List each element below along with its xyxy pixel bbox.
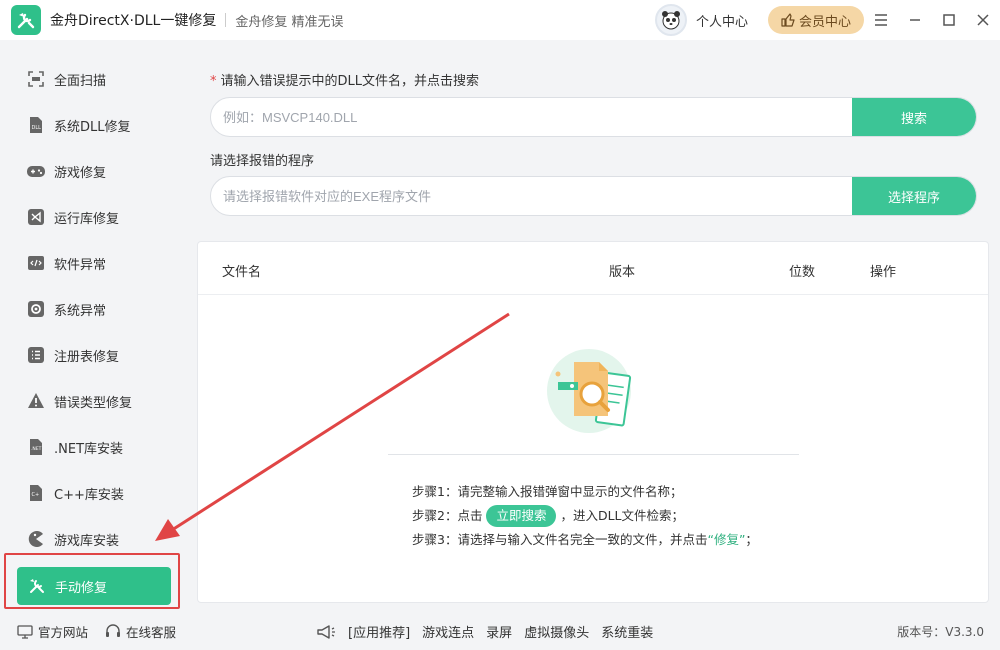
search-now-button[interactable]: 立即搜索 bbox=[486, 505, 557, 527]
sidebar-item-label: 系统异常 bbox=[54, 303, 107, 319]
recommend-link-screen-recorder[interactable]: 录屏 bbox=[486, 622, 512, 641]
monitor-icon bbox=[17, 624, 33, 639]
version-label: 版本号：V3.3.0 bbox=[897, 625, 984, 639]
column-header-filename: 文件名 bbox=[222, 265, 262, 280]
title-separator bbox=[225, 13, 227, 27]
visual-studio-icon bbox=[26, 207, 46, 227]
column-header-action: 操作 bbox=[870, 265, 897, 280]
avatar[interactable] bbox=[654, 4, 687, 36]
dll-filename-input[interactable] bbox=[211, 98, 852, 136]
sidebar-item-system-error[interactable]: 系统异常 bbox=[22, 291, 172, 327]
divider bbox=[388, 454, 799, 455]
dll-input-label-text: 请输入错误提示中的DLL文件名，并点击搜索 bbox=[220, 74, 480, 89]
step-3-prefix: 步骤3：请选择与输入文件名完全一致的文件，并点击 bbox=[412, 532, 708, 547]
column-header-bits: 位数 bbox=[789, 265, 816, 280]
sidebar-item-label: 系统DLL修复 bbox=[54, 119, 131, 135]
select-program-button[interactable]: 选择程序 bbox=[852, 177, 976, 215]
scan-icon bbox=[26, 69, 46, 89]
code-icon bbox=[26, 253, 46, 273]
svg-text:.NET: .NET bbox=[31, 446, 42, 452]
online-support-link[interactable]: 在线客服 bbox=[105, 622, 176, 641]
svg-text:C+: C+ bbox=[32, 492, 40, 498]
pacman-icon bbox=[26, 529, 46, 549]
instructions: 步骤1：请完整输入报错弹窗中显示的文件名称； 步骤2：点击 立即搜索 ，进入DL… bbox=[412, 480, 758, 552]
sidebar-item-label: .NET库安装 bbox=[54, 441, 124, 457]
main-panel: *请输入错误提示中的DLL文件名，并点击搜索 搜索 请选择报错的程序 选择程序 … bbox=[188, 40, 1000, 610]
official-website-link[interactable]: 官方网站 bbox=[17, 622, 88, 641]
sidebar-item-label: 注册表修复 bbox=[54, 349, 120, 365]
program-select-row: 选择程序 bbox=[210, 176, 977, 216]
recommend-link-system-reinstall[interactable]: 系统重装 bbox=[601, 622, 653, 641]
sidebar-item-full-scan[interactable]: 全面扫描 bbox=[22, 61, 172, 97]
sidebar-item-dotnet-install[interactable]: .NET .NET库安装 bbox=[22, 429, 172, 465]
step-2: 步骤2：点击 立即搜索 ，进入DLL文件检索； bbox=[412, 504, 758, 528]
step-3-repair-keyword: “修复” bbox=[707, 532, 746, 547]
app-title: 金舟DirectX·DLL一键修复 bbox=[50, 13, 217, 29]
search-button[interactable]: 搜索 bbox=[852, 98, 976, 136]
warning-icon bbox=[26, 391, 46, 411]
headset-icon bbox=[106, 624, 120, 637]
sidebar-item-system-dll[interactable]: DLL 系统DLL修复 bbox=[22, 107, 172, 143]
sidebar-item-label: 游戏库安装 bbox=[54, 533, 120, 549]
program-path-input[interactable] bbox=[211, 177, 852, 215]
table-header: 文件名 版本 位数 操作 bbox=[198, 242, 988, 295]
sidebar-item-software-error[interactable]: 软件异常 bbox=[22, 245, 172, 281]
empty-state-search-icon bbox=[544, 344, 644, 439]
user-center-link[interactable]: 个人中心 bbox=[696, 11, 748, 30]
sidebar-item-error-type-repair[interactable]: 错误类型修复 bbox=[22, 383, 172, 419]
sidebar-item-cpp-install[interactable]: C+ C++库安装 bbox=[22, 475, 172, 511]
footer: 官方网站 在线客服 [应用推荐] 游戏连点 录屏 虚拟摄像头 系统重装 版本号：… bbox=[0, 610, 1000, 650]
app-slogan: 金舟修复 精准无误 bbox=[235, 14, 344, 30]
column-header-version: 版本 bbox=[609, 265, 636, 280]
step-2-suffix: ，进入DLL文件检索； bbox=[560, 508, 685, 523]
gamepad-icon bbox=[26, 161, 46, 181]
step-1: 步骤1：请完整输入报错弹窗中显示的文件名称； bbox=[412, 480, 758, 504]
online-support-label: 在线客服 bbox=[126, 625, 177, 640]
step-1-text: 步骤1：请完整输入报错弹窗中显示的文件名称； bbox=[412, 484, 683, 499]
settings-icon[interactable] bbox=[864, 0, 898, 40]
vip-center-label: 会员中心 bbox=[798, 14, 851, 30]
step-2-prefix: 步骤2：点击 bbox=[412, 508, 483, 523]
program-select-label: 请选择报错的程序 bbox=[210, 154, 315, 169]
sidebar-item-label: 软件异常 bbox=[54, 257, 107, 273]
required-mark: * bbox=[210, 74, 217, 89]
app-recommend-bar: [应用推荐] 游戏连点 录屏 虚拟摄像头 系统重装 bbox=[316, 622, 665, 641]
gear-icon bbox=[26, 299, 46, 319]
recommend-link-virtual-camera[interactable]: 虚拟摄像头 bbox=[524, 622, 589, 641]
megaphone-icon bbox=[317, 624, 335, 639]
step-3: 步骤3：请选择与输入文件名完全一致的文件，并点击 “修复”； bbox=[412, 528, 758, 552]
sidebar-item-label: 运行库修复 bbox=[54, 211, 120, 227]
recommend-label: [应用推荐] bbox=[348, 626, 411, 641]
sidebar-item-label: 错误类型修复 bbox=[54, 395, 133, 411]
sidebar-item-game-lib-install[interactable]: 游戏库安装 bbox=[22, 521, 172, 557]
list-icon bbox=[26, 345, 46, 365]
vip-center-button[interactable]: 会员中心 bbox=[768, 6, 864, 34]
title-bar: 金舟DirectX·DLL一键修复 金舟修复 精准无误 个人中心 会员中心 bbox=[0, 0, 1000, 40]
recommend-link-auto-clicker[interactable]: 游戏连点 bbox=[422, 622, 474, 641]
dotnet-icon: .NET bbox=[26, 437, 46, 457]
results-table: 文件名 版本 位数 操作 步骤1：请完整输入报错弹窗中显示的文件名称； 步骤2：… bbox=[197, 241, 989, 603]
sidebar-item-label: 游戏修复 bbox=[54, 165, 107, 181]
annotation-highlight-box bbox=[4, 553, 180, 609]
sidebar-item-label: C++库安装 bbox=[54, 487, 124, 503]
dll-search-row: 搜索 bbox=[210, 97, 977, 137]
sidebar: 全面扫描 DLL 系统DLL修复 游戏修复 运行库修复 软件异常 系统异常 注册… bbox=[0, 40, 188, 610]
maximize-icon[interactable] bbox=[932, 0, 966, 40]
sidebar-item-registry-repair[interactable]: 注册表修复 bbox=[22, 337, 172, 373]
sidebar-item-label: 全面扫描 bbox=[54, 73, 107, 89]
minimize-icon[interactable] bbox=[898, 0, 932, 40]
svg-text:DLL: DLL bbox=[32, 125, 42, 131]
cpp-icon: C+ bbox=[26, 483, 46, 503]
sidebar-item-game-repair[interactable]: 游戏修复 bbox=[22, 153, 172, 189]
dll-icon: DLL bbox=[26, 115, 46, 135]
close-icon[interactable] bbox=[966, 0, 1000, 40]
sidebar-item-runtime-repair[interactable]: 运行库修复 bbox=[22, 199, 172, 235]
step-3-suffix: ； bbox=[745, 532, 758, 547]
official-website-label: 官方网站 bbox=[38, 625, 89, 640]
app-logo-icon bbox=[11, 5, 41, 35]
dll-input-label: * 请输入错误提示中的DLL文件名，并点击搜索 bbox=[210, 70, 479, 89]
thumb-up-icon bbox=[781, 13, 795, 27]
